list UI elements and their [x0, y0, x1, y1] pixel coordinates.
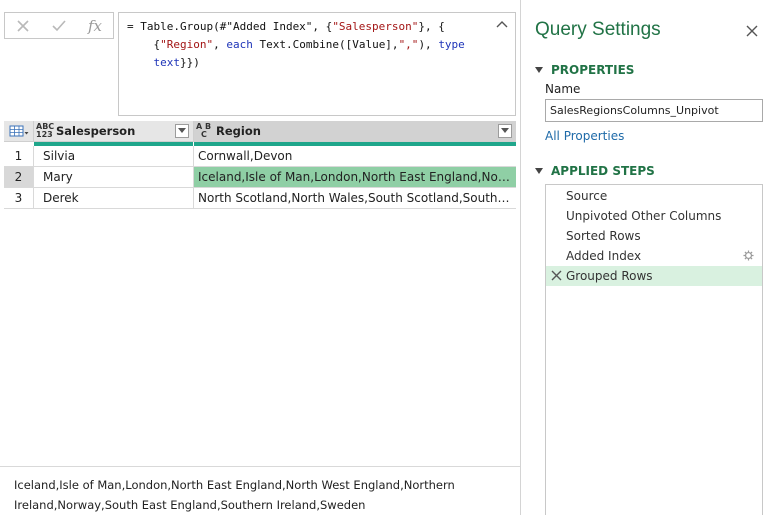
chevron-down-icon — [178, 128, 186, 133]
pane-title: Query Settings — [535, 19, 661, 40]
cell-region[interactable]: North Scotland,North Wales,South Scotlan… — [194, 188, 516, 208]
name-label: Name — [545, 82, 581, 96]
row-number[interactable]: 1 — [4, 146, 34, 166]
preview-line: Ireland,Norway,South East England,Southe… — [14, 498, 366, 512]
row-number[interactable]: 2 — [4, 167, 34, 187]
cell-region[interactable]: Cornwall,Devon — [194, 146, 516, 166]
table-menu-button[interactable] — [4, 121, 34, 141]
any-type-icon[interactable]: ABC 123 — [36, 123, 56, 139]
chevron-down-icon — [501, 128, 509, 133]
close-icon[interactable] — [745, 24, 759, 38]
formula-line-2: {"Region", each Text.Combine([Value],","… — [153, 38, 465, 51]
column-header-salesperson[interactable]: ABC 123 Salesperson — [34, 121, 194, 141]
step-source[interactable]: Source — [546, 186, 762, 206]
all-properties-link[interactable]: All Properties — [545, 129, 624, 143]
applied-steps-list: Source Unpivoted Other Columns Sorted Ro… — [545, 184, 763, 515]
cell-salesperson[interactable]: Silvia — [34, 146, 194, 166]
column-filter-button[interactable] — [498, 124, 512, 138]
insert-function-button[interactable]: fx — [81, 13, 109, 38]
cell-value-preview: Iceland,Isle of Man,London,North East En… — [0, 466, 520, 515]
grid-header: ABC 123 Salesperson A BC Region — [4, 121, 516, 142]
formula-line-3: text}}) — [153, 56, 200, 69]
column-title: Region — [216, 124, 261, 138]
table-row: 3 Derek North Scotland,North Wales,South… — [4, 188, 516, 209]
query-settings-pane: Query Settings PROPERTIES Name All Prope… — [520, 0, 767, 515]
query-editor-pane: fx = Table.Group(#"Added Index", {"Sales… — [0, 0, 520, 515]
commit-formula-button[interactable] — [45, 13, 73, 38]
cell-salesperson[interactable]: Derek — [34, 188, 194, 208]
section-header: APPLIED STEPS — [551, 164, 655, 178]
chevron-up-icon[interactable] — [496, 19, 508, 29]
text-type-icon[interactable]: A BC — [196, 123, 216, 139]
cell-salesperson[interactable]: Mary — [34, 167, 194, 187]
formula-bar[interactable]: = Table.Group(#"Added Index", {"Salesper… — [118, 12, 516, 116]
gear-icon[interactable] — [743, 250, 754, 261]
column-title: Salesperson — [56, 124, 136, 138]
cell-region-selected[interactable]: Iceland,Isle of Man,London,North East En… — [194, 167, 516, 187]
table-row: 1 Silvia Cornwall,Devon — [4, 146, 516, 167]
properties-section-toggle[interactable]: PROPERTIES — [535, 63, 634, 77]
section-header: PROPERTIES — [551, 63, 635, 77]
close-icon — [17, 19, 29, 32]
collapse-triangle-icon — [535, 168, 543, 174]
formula-buttons: fx — [4, 12, 114, 39]
check-icon — [52, 19, 66, 31]
applied-steps-section-toggle[interactable]: APPLIED STEPS — [535, 164, 655, 178]
data-grid: ABC 123 Salesperson A BC Region 1 Silvia … — [4, 121, 516, 209]
collapse-triangle-icon — [535, 67, 543, 73]
preview-line: Iceland,Isle of Man,London,North East En… — [14, 478, 455, 492]
row-number[interactable]: 3 — [4, 188, 34, 208]
column-filter-button[interactable] — [175, 124, 189, 138]
fx-icon: fx — [87, 16, 102, 35]
step-grouped-rows[interactable]: Grouped Rows — [546, 266, 762, 286]
step-sorted-rows[interactable]: Sorted Rows — [546, 226, 762, 246]
formula-line-1: = Table.Group(#"Added Index", {"Salesper… — [127, 20, 445, 33]
table-row: 2 Mary Iceland,Isle of Man,London,North … — [4, 167, 516, 188]
step-added-index[interactable]: Added Index — [546, 246, 762, 266]
cancel-formula-button[interactable] — [9, 13, 37, 38]
table-icon — [9, 125, 28, 137]
query-name-input[interactable] — [545, 99, 763, 122]
column-header-region[interactable]: A BC Region — [194, 121, 516, 141]
delete-step-icon[interactable] — [551, 270, 562, 281]
step-unpivoted-other-columns[interactable]: Unpivoted Other Columns — [546, 206, 762, 226]
